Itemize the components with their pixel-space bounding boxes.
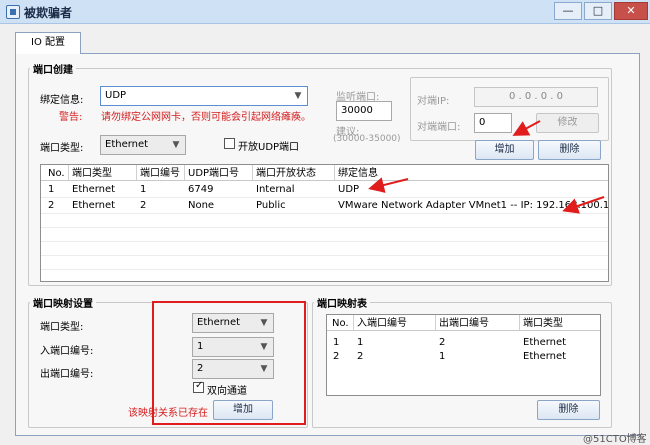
arrow-to-vmnet-row — [562, 196, 605, 214]
arrow-to-udp-row — [368, 177, 409, 193]
annotation-arrows — [368, 120, 605, 214]
watermark-text: @51CTO博客 — [583, 434, 647, 445]
arrow-to-add-button — [512, 120, 541, 136]
